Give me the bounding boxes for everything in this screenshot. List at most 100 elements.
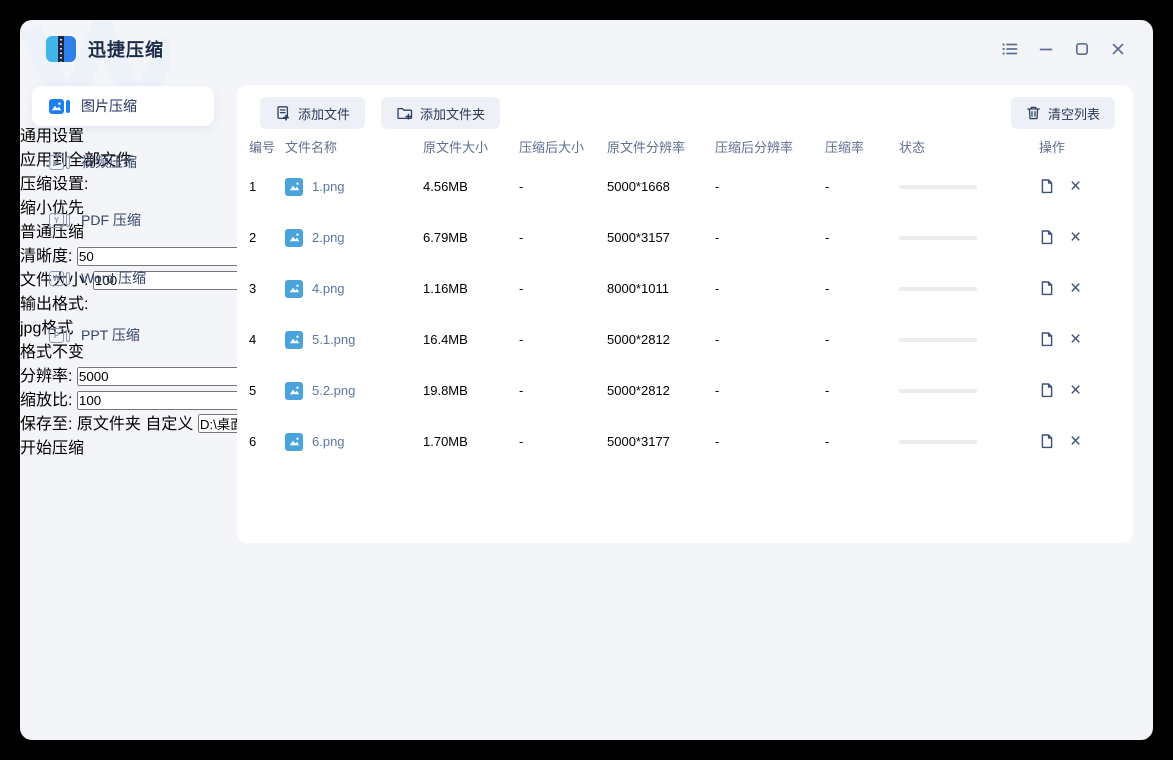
operations-cell: × — [1039, 279, 1121, 298]
compressed-size: - — [519, 332, 607, 347]
row-number: 2 — [249, 230, 285, 245]
open-file-icon[interactable] — [1039, 178, 1055, 195]
zip-folder-icon — [46, 36, 76, 62]
remove-file-icon[interactable]: × — [1070, 432, 1081, 451]
compression-ratio: - — [825, 230, 899, 245]
image-file-icon — [285, 178, 303, 196]
table-row[interactable]: 6 6.png 1.70MB - 5000*3177 - - × — [237, 416, 1133, 467]
original-size: 1.16MB — [423, 281, 519, 296]
compressed-size: - — [519, 230, 607, 245]
file-name: 5.1.png — [312, 332, 355, 347]
status-progress-bar — [899, 440, 977, 444]
document-plus-icon — [275, 105, 291, 121]
custom-folder-label: 自定义 — [145, 416, 193, 433]
sidebar-item-image-compress[interactable]: 图片压缩 — [32, 86, 214, 126]
maximize-icon[interactable] — [1073, 40, 1091, 58]
status-progress-bar — [899, 338, 977, 342]
row-number: 4 — [249, 332, 285, 347]
sidebar-item-pdf-compress[interactable]: Y PDF 压缩 — [32, 200, 214, 240]
pdf-compress-icon: Y — [49, 213, 70, 228]
table-header: 编号 文件名称 原文件大小 压缩后大小 原文件分辨率 压缩后分辨率 压缩率 状态… — [237, 133, 1133, 159]
sidebar-item-ppt-compress[interactable]: P PPT 压缩 — [32, 315, 214, 355]
col-no: 编号 — [249, 137, 285, 156]
list-menu-icon[interactable] — [1001, 40, 1019, 58]
file-name-cell: 5.2.png — [285, 382, 423, 400]
sidebar-item-word-compress[interactable]: W Word 压缩 — [32, 258, 214, 298]
status-progress-bar — [899, 389, 977, 393]
table-row[interactable]: 5 5.2.png 19.8MB - 5000*2812 - - × — [237, 365, 1133, 416]
app-title: 迅捷压缩 — [88, 36, 164, 62]
open-file-icon[interactable] — [1039, 382, 1055, 399]
operations-cell: × — [1039, 228, 1121, 247]
open-file-icon[interactable] — [1039, 331, 1055, 348]
clear-list-button[interactable]: 清空列表 — [1011, 97, 1115, 129]
remove-file-icon[interactable]: × — [1070, 381, 1081, 400]
compression-ratio: - — [825, 281, 899, 296]
close-icon[interactable] — [1109, 40, 1127, 58]
compressed-size: - — [519, 383, 607, 398]
scale-input[interactable] — [77, 391, 258, 410]
status-progress-bar — [899, 236, 977, 240]
ppt-compress-icon: P — [49, 328, 70, 343]
table-rows: 1 1.png 4.56MB - 5000*1668 - - × 2 2.png… — [237, 161, 1133, 467]
col-ratio: 压缩率 — [825, 137, 899, 156]
original-size: 6.79MB — [423, 230, 519, 245]
operations-cell: × — [1039, 381, 1121, 400]
file-name: 2.png — [312, 230, 345, 245]
file-name-cell: 1.png — [285, 178, 423, 196]
scale-label: 缩放比: — [20, 392, 72, 409]
file-name-cell: 4.png — [285, 280, 423, 298]
operations-cell: × — [1039, 177, 1121, 196]
file-name: 4.png — [312, 281, 345, 296]
row-number: 1 — [249, 179, 285, 194]
minimize-icon[interactable] — [1037, 40, 1055, 58]
image-compress-icon — [49, 99, 70, 114]
original-resolution: 5000*3177 — [607, 434, 715, 449]
table-row[interactable]: 4 5.1.png 16.4MB - 5000*2812 - - × — [237, 314, 1133, 365]
table-row[interactable]: 3 4.png 1.16MB - 8000*1011 - - × — [237, 263, 1133, 314]
compressed-size: - — [519, 434, 607, 449]
add-folder-button[interactable]: 添加文件夹 — [381, 97, 500, 129]
table-row[interactable]: 1 1.png 4.56MB - 5000*1668 - - × — [237, 161, 1133, 212]
sidebar-item-label: 视频压缩 — [81, 152, 137, 172]
compressed-resolution: - — [715, 281, 825, 296]
image-file-icon — [285, 280, 303, 298]
original-resolution: 5000*2812 — [607, 332, 715, 347]
file-name: 5.2.png — [312, 383, 355, 398]
col-operations: 操作 — [1039, 137, 1121, 156]
compression-ratio: - — [825, 383, 899, 398]
resolution-label: 分辨率: — [20, 368, 72, 385]
original-resolution: 8000*1011 — [607, 281, 715, 296]
compression-ratio: - — [825, 179, 899, 194]
resolution-width-input[interactable] — [77, 367, 258, 386]
image-file-icon — [285, 433, 303, 451]
file-list-panel: 添加文件 添加文件夹 清空列表 编号 文件名称 原文件大小 压缩后大小 原文件 — [237, 85, 1133, 543]
original-resolution: 5000*3157 — [607, 230, 715, 245]
compression-ratio: - — [825, 434, 899, 449]
compressed-resolution: - — [715, 383, 825, 398]
col-original-resolution: 原文件分辨率 — [607, 137, 715, 156]
video-compress-icon: ▶ — [49, 155, 70, 170]
operations-cell: × — [1039, 432, 1121, 451]
remove-file-icon[interactable]: × — [1070, 330, 1081, 349]
table-row[interactable]: 2 2.png 6.79MB - 5000*3157 - - × — [237, 212, 1133, 263]
status-progress-bar — [899, 287, 977, 291]
compressed-resolution: - — [715, 230, 825, 245]
status-progress-bar — [899, 185, 977, 189]
remove-file-icon[interactable]: × — [1070, 177, 1081, 196]
open-file-icon[interactable] — [1039, 280, 1055, 297]
remove-file-icon[interactable]: × — [1070, 279, 1081, 298]
compressed-size: - — [519, 281, 607, 296]
open-file-icon[interactable] — [1039, 229, 1055, 246]
open-file-icon[interactable] — [1039, 433, 1055, 450]
row-number: 6 — [249, 434, 285, 449]
add-file-button[interactable]: 添加文件 — [260, 97, 365, 129]
compressed-resolution: - — [715, 332, 825, 347]
remove-file-icon[interactable]: × — [1070, 228, 1081, 247]
original-size: 16.4MB — [423, 332, 519, 347]
compressed-size: - — [519, 179, 607, 194]
row-number: 5 — [249, 383, 285, 398]
file-name-cell: 6.png — [285, 433, 423, 451]
compression-ratio: - — [825, 332, 899, 347]
sidebar-item-video-compress[interactable]: ▶ 视频压缩 — [32, 142, 214, 182]
